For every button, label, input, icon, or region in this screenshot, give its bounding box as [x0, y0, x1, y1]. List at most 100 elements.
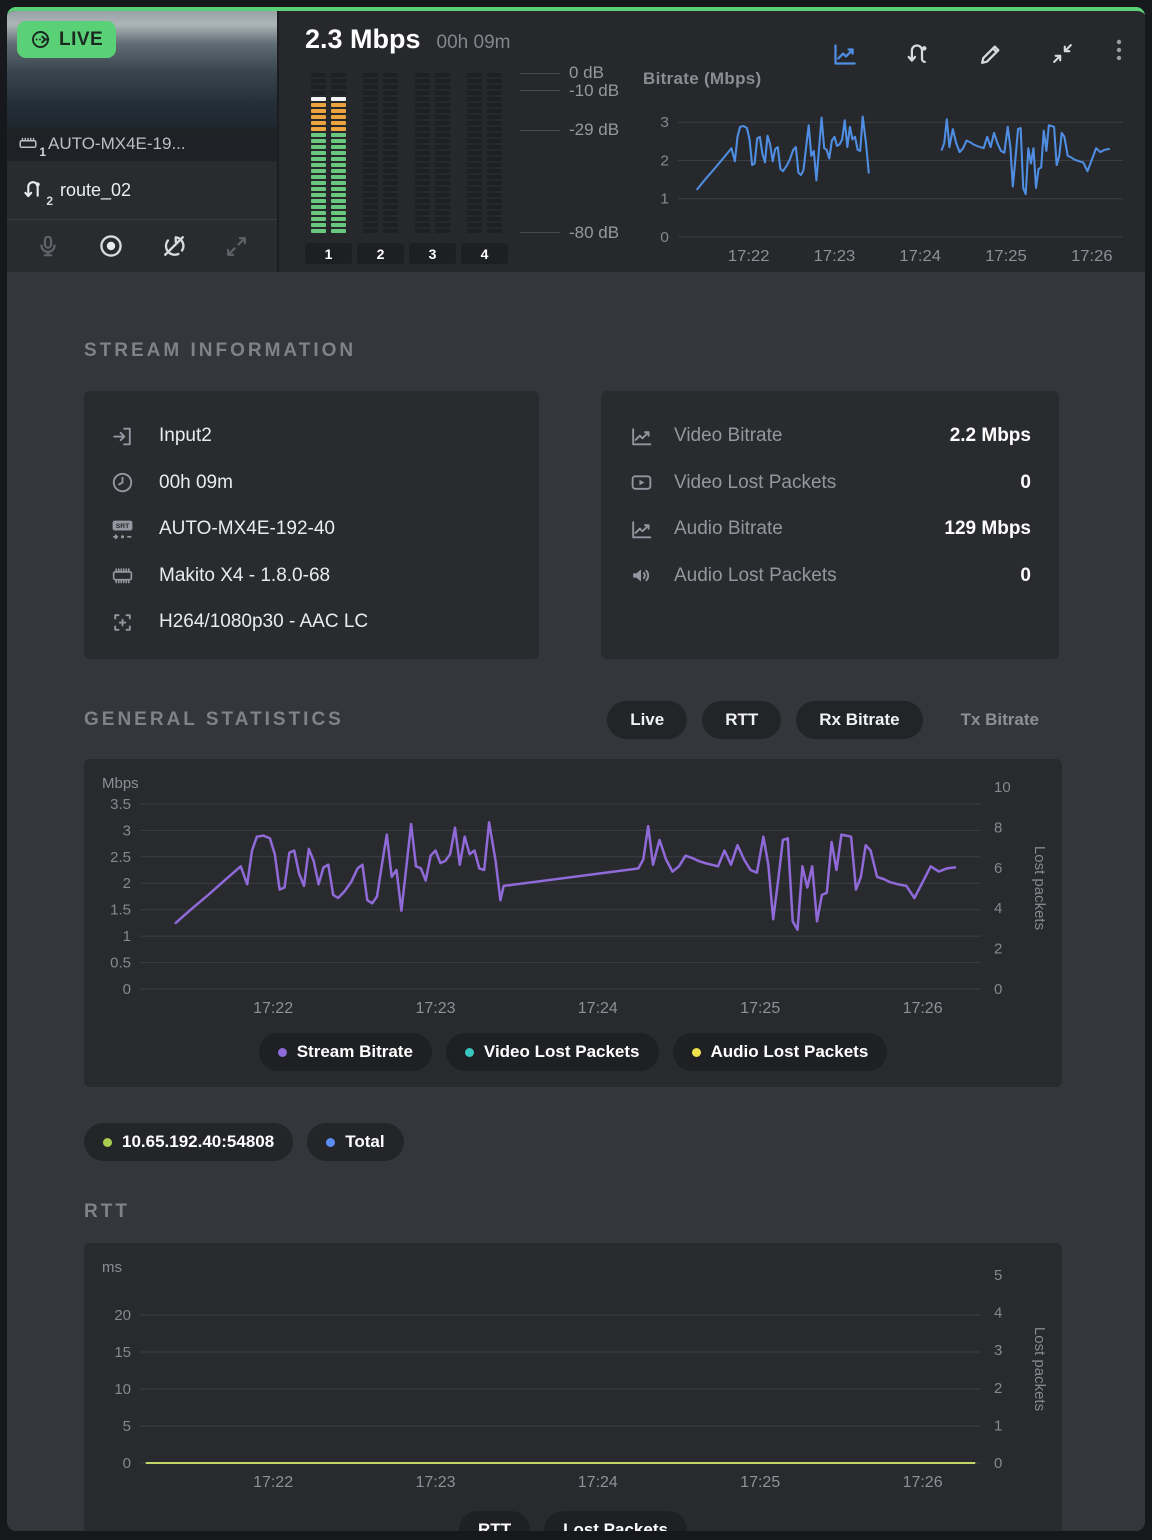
legend-video-lost-packets[interactable]: Video Lost Packets	[446, 1033, 659, 1071]
stat-row-video-bitrate: Video Bitrate 2.2 Mbps	[629, 413, 1031, 460]
speaker-icon	[629, 563, 654, 588]
route-row: 2 route_02	[7, 161, 277, 219]
svg-text:17:24: 17:24	[578, 1000, 618, 1017]
edit-icon[interactable]	[977, 41, 1004, 68]
legend-dot	[465, 1048, 474, 1057]
video-name: AUTO-MX4E-19...	[48, 134, 186, 154]
channel-label: 3	[409, 243, 456, 264]
svg-text:17:26: 17:26	[903, 1000, 943, 1017]
video-icon	[629, 470, 654, 495]
legend-label: Video Lost Packets	[484, 1042, 640, 1062]
info-row-device: Makito X4 - 1.8.0-68	[110, 553, 513, 600]
legend-dot	[278, 1048, 287, 1057]
svg-text:10: 10	[114, 1381, 131, 1398]
rtt-chart: 05101520012345Lost packets17:2217:2317:2…	[84, 1257, 1057, 1503]
db-scale-label: -10 dB	[520, 81, 619, 101]
stream-info-card: Input2 00h 09m SRT	[84, 391, 539, 659]
collapse-icon[interactable]	[1050, 41, 1075, 68]
meter-channel: 4	[461, 68, 508, 264]
svg-text:1: 1	[994, 1417, 1002, 1434]
record-icon[interactable]	[97, 232, 125, 260]
route-name: route_02	[60, 180, 131, 201]
legend-audio-lost-packets[interactable]: Audio Lost Packets	[673, 1033, 888, 1071]
chart-line-icon	[629, 424, 654, 449]
microphone-icon[interactable]	[35, 233, 61, 259]
stat-label: Video Lost Packets	[674, 472, 1000, 494]
svg-text:17:23: 17:23	[415, 1000, 455, 1017]
svg-text:8: 8	[994, 819, 1002, 836]
tab-rtt[interactable]: RTT	[702, 701, 781, 739]
stat-row-audio-lost: Audio Lost Packets 0	[629, 553, 1031, 600]
svg-text:1: 1	[660, 191, 669, 208]
general-statistics-heading: GENERAL STATISTICS	[84, 709, 344, 731]
panel-actions	[7, 219, 277, 272]
encoder-icon: 1	[17, 133, 39, 155]
legend-rtt[interactable]: RTT	[459, 1511, 530, 1531]
app-window: LIVE 1 AUTO-MX4E-19...	[7, 7, 1145, 1531]
svg-text:6: 6	[994, 860, 1002, 877]
svg-text:15: 15	[114, 1344, 131, 1361]
info-codec: H264/1080p30 - AAC LC	[159, 611, 368, 633]
svg-text:17:24: 17:24	[578, 1474, 618, 1491]
svg-text:0: 0	[994, 981, 1002, 998]
svg-text:17:24: 17:24	[899, 247, 941, 265]
legend-label: Stream Bitrate	[297, 1042, 413, 1062]
badge-total[interactable]: Total	[307, 1123, 403, 1161]
info-uptime: 00h 09m	[159, 472, 233, 494]
stat-value: 0	[1020, 565, 1031, 587]
legend-stream-bitrate[interactable]: Stream Bitrate	[259, 1033, 432, 1071]
svg-text:10: 10	[994, 779, 1011, 796]
svg-text:3.5: 3.5	[110, 796, 131, 813]
svg-text:3: 3	[123, 822, 131, 839]
badge-label: Total	[345, 1132, 384, 1152]
series-badges: 10.65.192.40:54808 Total	[84, 1123, 1062, 1161]
stream-information-heading: STREAM INFORMATION	[84, 340, 1062, 362]
stat-label: Audio Bitrate	[674, 518, 924, 540]
svg-text:2: 2	[660, 153, 669, 170]
tab-live[interactable]: Live	[607, 701, 687, 739]
svg-text:1.5: 1.5	[110, 902, 131, 919]
input-icon	[110, 424, 135, 449]
kebab-menu-icon[interactable]	[1109, 37, 1129, 72]
svg-text:17:26: 17:26	[1071, 247, 1113, 265]
video-panel: LIVE 1 AUTO-MX4E-19...	[7, 11, 279, 272]
chart-view-icon[interactable]	[831, 41, 858, 68]
db-scale-label: -29 dB	[520, 120, 619, 140]
stream-header: LIVE 1 AUTO-MX4E-19...	[7, 11, 1145, 272]
stream-info-cards: Input2 00h 09m SRT	[84, 391, 1062, 659]
info-row-codec: H264/1080p30 - AAC LC	[110, 599, 513, 646]
stream-stats-card: Video Bitrate 2.2 Mbps Video Lost Packet…	[601, 391, 1059, 659]
video-thumbnail: LIVE 1 AUTO-MX4E-19...	[7, 11, 277, 161]
legend-label: Lost Packets	[563, 1520, 668, 1531]
svg-text:5: 5	[994, 1267, 1002, 1284]
badge-dot	[103, 1138, 112, 1147]
chart-line-icon	[629, 517, 654, 542]
svg-text:17:22: 17:22	[253, 1474, 293, 1491]
svg-text:17:23: 17:23	[415, 1474, 455, 1491]
svg-text:5: 5	[123, 1418, 131, 1435]
svg-text:2: 2	[994, 1380, 1002, 1397]
header-chart-panel: Bitrate (Mbps) 012317:2217:2317:2417:251…	[615, 11, 1145, 272]
route-icon: 2	[21, 177, 46, 204]
mini-bitrate-chart: 012317:2217:2317:2417:2517:26	[643, 95, 1131, 267]
stat-value: 129 Mbps	[944, 518, 1031, 540]
stat-label: Audio Lost Packets	[674, 565, 1000, 587]
stat-row-audio-bitrate: Audio Bitrate 129 Mbps	[629, 506, 1031, 553]
svg-text:Lost packets: Lost packets	[1031, 1327, 1048, 1411]
badge-dot	[326, 1138, 335, 1147]
tab-tx-bitrate[interactable]: Tx Bitrate	[938, 701, 1062, 739]
route-view-icon[interactable]	[904, 41, 931, 68]
svg-text:17:25: 17:25	[985, 247, 1027, 265]
fullscreen-icon[interactable]	[224, 234, 249, 259]
svg-text:17:25: 17:25	[740, 1474, 780, 1491]
meter-channel: 1	[305, 68, 352, 264]
svg-text:0.5: 0.5	[110, 955, 131, 972]
general-stats-chart: 00.511.522.533.50246810Lost packets17:22…	[84, 773, 1057, 1025]
legend-lost-packets[interactable]: Lost Packets	[544, 1511, 687, 1531]
talkback-disabled-icon[interactable]	[160, 232, 188, 260]
svg-text:17:22: 17:22	[253, 1000, 293, 1017]
badge-path[interactable]: 10.65.192.40:54808	[84, 1123, 293, 1161]
chip-icon	[110, 563, 135, 588]
tab-rx-bitrate[interactable]: Rx Bitrate	[796, 701, 922, 739]
stat-label: Video Bitrate	[674, 425, 930, 447]
